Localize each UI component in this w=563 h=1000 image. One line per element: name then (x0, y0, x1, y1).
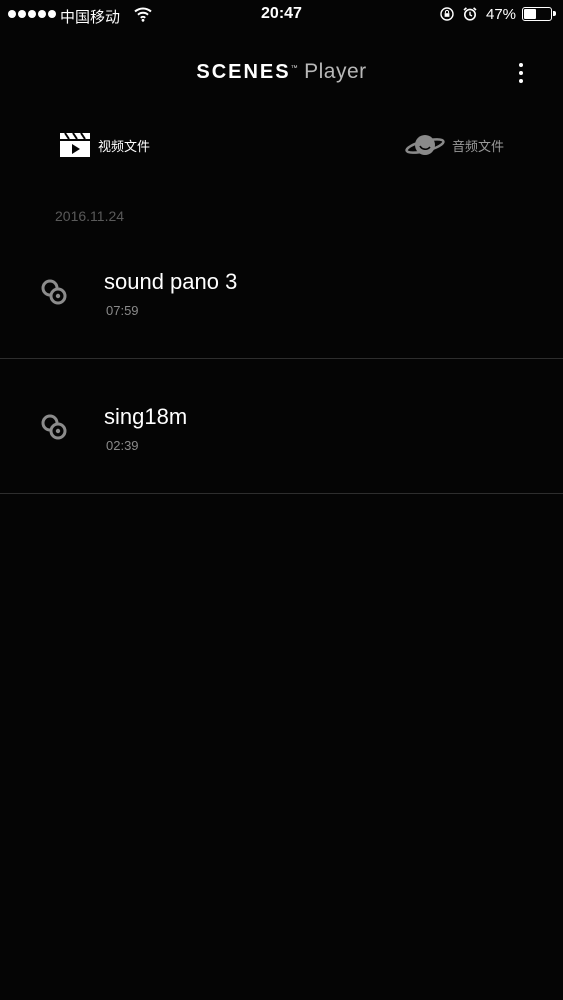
tab-audio-files[interactable]: 音频文件 (404, 128, 504, 162)
list-item[interactable]: sound pano 3 07:59 (0, 224, 563, 359)
item-title: sing18m (104, 404, 188, 429)
clapperboard-icon (60, 132, 90, 157)
alarm-icon (463, 7, 477, 21)
app-subtitle: Player (304, 60, 367, 83)
tab-video-label: 视频文件 (98, 138, 151, 154)
battery-percent: 47% (486, 6, 517, 23)
planet-icon (405, 135, 445, 155)
tab-audio-label: 音频文件 (452, 138, 505, 154)
title-bar: SCENES™ Player (0, 52, 563, 96)
status-bar: 中国移动 20:47 47% (0, 0, 563, 30)
app-screen: 中国移动 20:47 47% SCENES™ Player 视频文件 音频文件 … (0, 0, 563, 1000)
status-time: 20:47 (261, 5, 302, 22)
list-item[interactable]: sing18m 02:39 (0, 359, 563, 494)
audio-file-icon (41, 279, 67, 305)
more-options-button[interactable] (508, 58, 534, 88)
file-list: sound pano 3 07:59 sing18m 02:39 (0, 224, 563, 494)
date-group-header: 2016.11.24 (55, 208, 125, 224)
rotation-lock-icon (440, 7, 454, 21)
tab-video-files[interactable]: 视频文件 (58, 128, 150, 162)
trademark-mark: ™ (290, 65, 299, 72)
item-duration: 02:39 (106, 438, 139, 453)
brand-name: SCENES (196, 61, 291, 83)
item-title: sound pano 3 (104, 269, 238, 294)
item-duration: 07:59 (106, 303, 139, 318)
battery-icon (522, 7, 556, 21)
app-title: SCENES™ Player (0, 60, 563, 84)
audio-file-icon (41, 414, 67, 440)
more-vertical-icon (519, 63, 523, 67)
